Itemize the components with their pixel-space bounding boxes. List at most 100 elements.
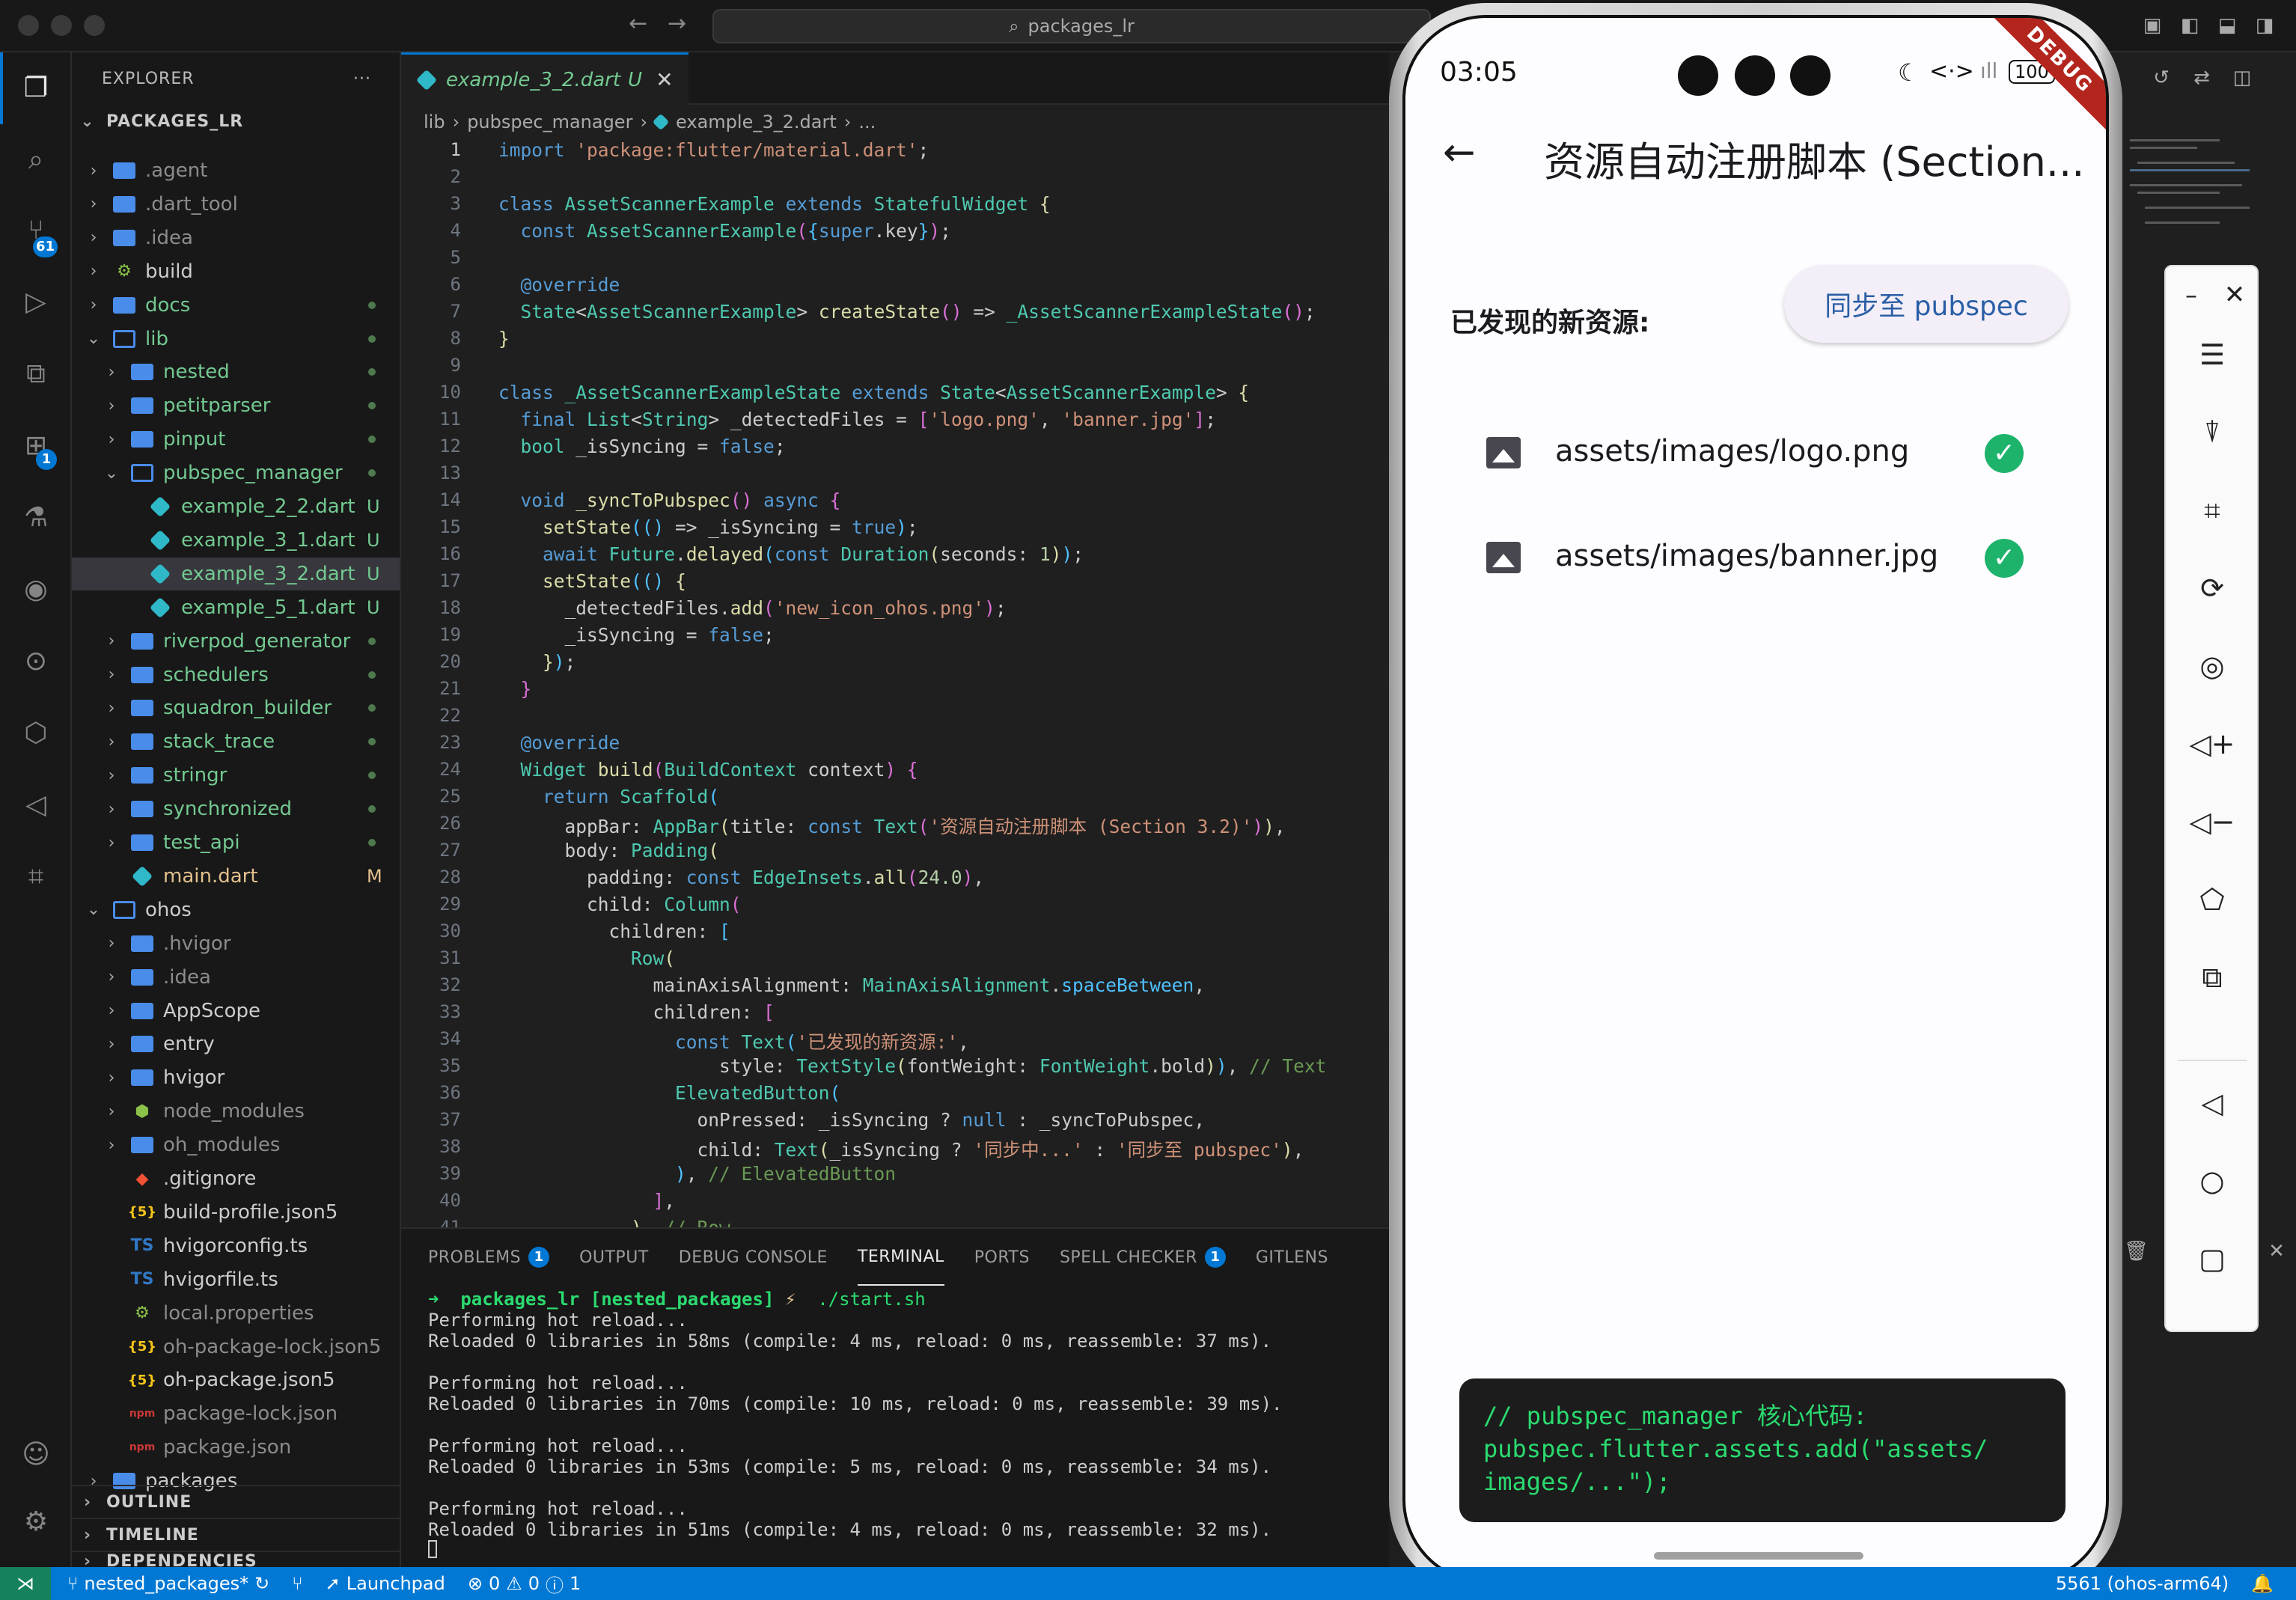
back-nav-icon[interactable]: ◁ xyxy=(2188,1079,2236,1127)
tab-debug-console[interactable]: DEBUG CONSOLE xyxy=(679,1229,828,1286)
tree-item[interactable]: › entry xyxy=(72,1028,400,1060)
back-arrow-icon[interactable]: ← xyxy=(629,10,647,37)
close-panel-icon[interactable]: ✕ xyxy=(2265,1239,2289,1263)
tree-item[interactable]: ⚙ local.properties xyxy=(72,1297,400,1330)
tree-item[interactable]: › .idea xyxy=(72,222,400,254)
tree-item[interactable]: › ⬢ node_modules xyxy=(72,1095,400,1128)
tree-item[interactable]: › .hvigor xyxy=(72,927,400,960)
home-nav-icon[interactable]: ○ xyxy=(2188,1157,2236,1205)
tree-item[interactable]: npm package-lock.json xyxy=(72,1397,400,1430)
tree-item[interactable]: › ⚙ build xyxy=(72,255,400,288)
tree-item[interactable]: ⌄ pubspec_manager xyxy=(72,457,400,489)
search-history-icon[interactable]: ⊙ xyxy=(18,644,54,680)
tree-item[interactable]: › pinput xyxy=(72,423,400,456)
close-window-button[interactable] xyxy=(18,15,39,36)
phone-screen[interactable]: 03:05 ☾ <·> ıll 100 DEBUG ← 资源自动注册脚本 (Se… xyxy=(1402,15,2109,1584)
close-icon[interactable]: ✕ xyxy=(2211,271,2259,319)
screenshot-icon[interactable]: ◎ xyxy=(2188,642,2236,690)
tree-item[interactable]: ⌄ ohos xyxy=(72,894,400,926)
breadcrumb-lib[interactable]: lib xyxy=(424,112,445,132)
crop-icon[interactable]: ⌗ xyxy=(2188,486,2236,534)
tree-item[interactable]: › hvigor xyxy=(72,1061,400,1094)
workspace-root[interactable]: ⌄ PACKAGES_LR xyxy=(72,105,400,138)
account-icon[interactable]: ☺ xyxy=(18,1437,54,1473)
home-indicator[interactable] xyxy=(1654,1552,1863,1560)
problems-status[interactable]: ⊗ 0 ⚠ 0 ⓘ 1 xyxy=(468,1571,581,1597)
breadcrumb-symbol[interactable]: ... xyxy=(858,112,876,132)
recents-nav-icon[interactable]: ▢ xyxy=(2188,1235,2236,1283)
tree-item[interactable]: ◆ .gitignore xyxy=(72,1162,400,1195)
toggle-sidebar-icon[interactable]: ◧ xyxy=(2178,13,2202,37)
outline-section[interactable]: › OUTLINE xyxy=(72,1485,400,1518)
forward-arrow-icon[interactable]: → xyxy=(668,10,686,37)
tree-item[interactable]: example_3_1.dart U xyxy=(72,524,400,557)
tree-item[interactable]: {5} oh-package.json5 xyxy=(72,1364,400,1396)
tree-item[interactable]: › schedulers xyxy=(72,659,400,691)
layout-icon[interactable]: ▣ xyxy=(2140,13,2164,37)
tree-item[interactable]: › stack_trace xyxy=(72,725,400,758)
remote-indicator[interactable]: ⋊ xyxy=(0,1567,51,1600)
tree-item[interactable]: ⌄ lib xyxy=(72,323,400,355)
minimize-window-button[interactable] xyxy=(51,15,72,36)
filter-icon[interactable]: ⍒ xyxy=(2188,409,2236,457)
trash-icon[interactable]: 🗑 xyxy=(2124,1239,2149,1263)
breadcrumb-pubspec-manager[interactable]: pubspec_manager xyxy=(467,112,632,132)
minimize-icon[interactable]: – xyxy=(2167,271,2215,319)
volume-up-icon[interactable]: ◁+ xyxy=(2188,720,2236,768)
tree-item[interactable]: example_2_2.dart U xyxy=(72,490,400,523)
device-selector[interactable]: 5561 (ohos-arm64) xyxy=(2056,1573,2229,1594)
launchpad[interactable]: ➚ Launchpad xyxy=(326,1573,445,1594)
tree-item[interactable]: main.dart M xyxy=(72,860,400,893)
shake-icon[interactable]: ⬠ xyxy=(2188,876,2236,923)
tree-item[interactable]: example_3_2.dart U xyxy=(72,557,400,590)
back-arrow-icon[interactable]: ← xyxy=(1443,130,1476,175)
tree-item[interactable]: npm package.json xyxy=(72,1431,400,1464)
flutter-icon[interactable]: ◁ xyxy=(18,787,54,823)
tree-item[interactable]: › .agent xyxy=(72,154,400,187)
settings-gear-icon[interactable]: ⚙ xyxy=(18,1504,54,1540)
tab-spell-checker[interactable]: SPELL CHECKER 1 xyxy=(1060,1229,1226,1286)
scanner-icon[interactable]: ⌗ xyxy=(18,859,54,895)
explorer-icon[interactable]: ❐ xyxy=(18,70,54,106)
rotate-icon[interactable]: ⟳ xyxy=(2188,564,2236,612)
tree-item[interactable]: › synchronized xyxy=(72,793,400,825)
tree-item[interactable]: TS hvigorfile.ts xyxy=(72,1263,400,1296)
source-control-status[interactable]: ⑂ xyxy=(292,1573,302,1594)
testing-icon[interactable]: ⚗ xyxy=(18,500,54,536)
run-debug-icon[interactable]: ▷ xyxy=(18,284,54,320)
tab-gitlens[interactable]: GITLENS xyxy=(1256,1229,1328,1286)
tree-item[interactable]: › stringr xyxy=(72,759,400,792)
maximize-window-button[interactable] xyxy=(84,15,105,36)
tree-item[interactable]: › oh_modules xyxy=(72,1129,400,1161)
tab-ports[interactable]: PORTS xyxy=(974,1229,1030,1286)
tree-item[interactable]: › docs xyxy=(72,289,400,322)
tab-terminal[interactable]: TERMINAL xyxy=(857,1229,944,1286)
multi-device-icon[interactable]: ⧉ xyxy=(2188,953,2236,1001)
sync-to-pubspec-button[interactable]: 同步至 pubspec xyxy=(1784,265,2068,343)
tree-item[interactable]: TS hvigorconfig.ts xyxy=(72,1230,400,1262)
command-center-search[interactable]: ⌕ packages_lr xyxy=(712,9,1431,43)
notifications-bell-icon[interactable]: 🔔 xyxy=(2251,1573,2274,1594)
tree-item[interactable]: › .dart_tool xyxy=(72,188,400,221)
git-branch[interactable]: ⑂ nested_packages* ↻ xyxy=(67,1573,269,1594)
tab-problems[interactable]: PROBLEMS 1 xyxy=(428,1229,550,1286)
remote-explorer-icon[interactable]: ⧉ xyxy=(18,356,54,392)
toggle-panel-icon[interactable]: ⬓ xyxy=(2215,13,2239,37)
tree-item[interactable]: › squadron_builder xyxy=(72,691,400,724)
dependencies-section[interactable]: › DEPENDENCIES xyxy=(72,1551,400,1567)
tree-item[interactable]: › AppScope xyxy=(72,995,400,1028)
tree-item[interactable]: › .idea xyxy=(72,961,400,994)
tree-item[interactable]: example_5_1.dart U xyxy=(72,591,400,624)
terminal-output[interactable]: ➜ packages_lr [nested_packages] ⚡ ./star… xyxy=(428,1289,1386,1566)
tab-example-3-2[interactable]: example_3_2.dart U ✕ xyxy=(401,52,689,105)
tree-item[interactable]: › test_api xyxy=(72,826,400,859)
toggle-secondary-sidebar-icon[interactable]: ◨ xyxy=(2253,13,2277,37)
menu-icon[interactable]: ☰ xyxy=(2188,331,2236,379)
tree-item[interactable]: › riverpod_generator xyxy=(72,625,400,658)
gitlens-icon[interactable]: ◉ xyxy=(18,572,54,608)
code-editor[interactable]: 1 2 3 4 5 6 7 8 9 10 11 12 13 14 15 16 17 18 19 20 21 22 23 24 2… xyxy=(401,139,1389,1227)
timeline-section[interactable]: › TIMELINE xyxy=(72,1518,400,1551)
tree-item[interactable]: {5} oh-package-lock.json5 xyxy=(72,1331,400,1364)
tab-output[interactable]: OUTPUT xyxy=(579,1229,649,1286)
search-icon[interactable]: ⌕ xyxy=(18,142,54,178)
